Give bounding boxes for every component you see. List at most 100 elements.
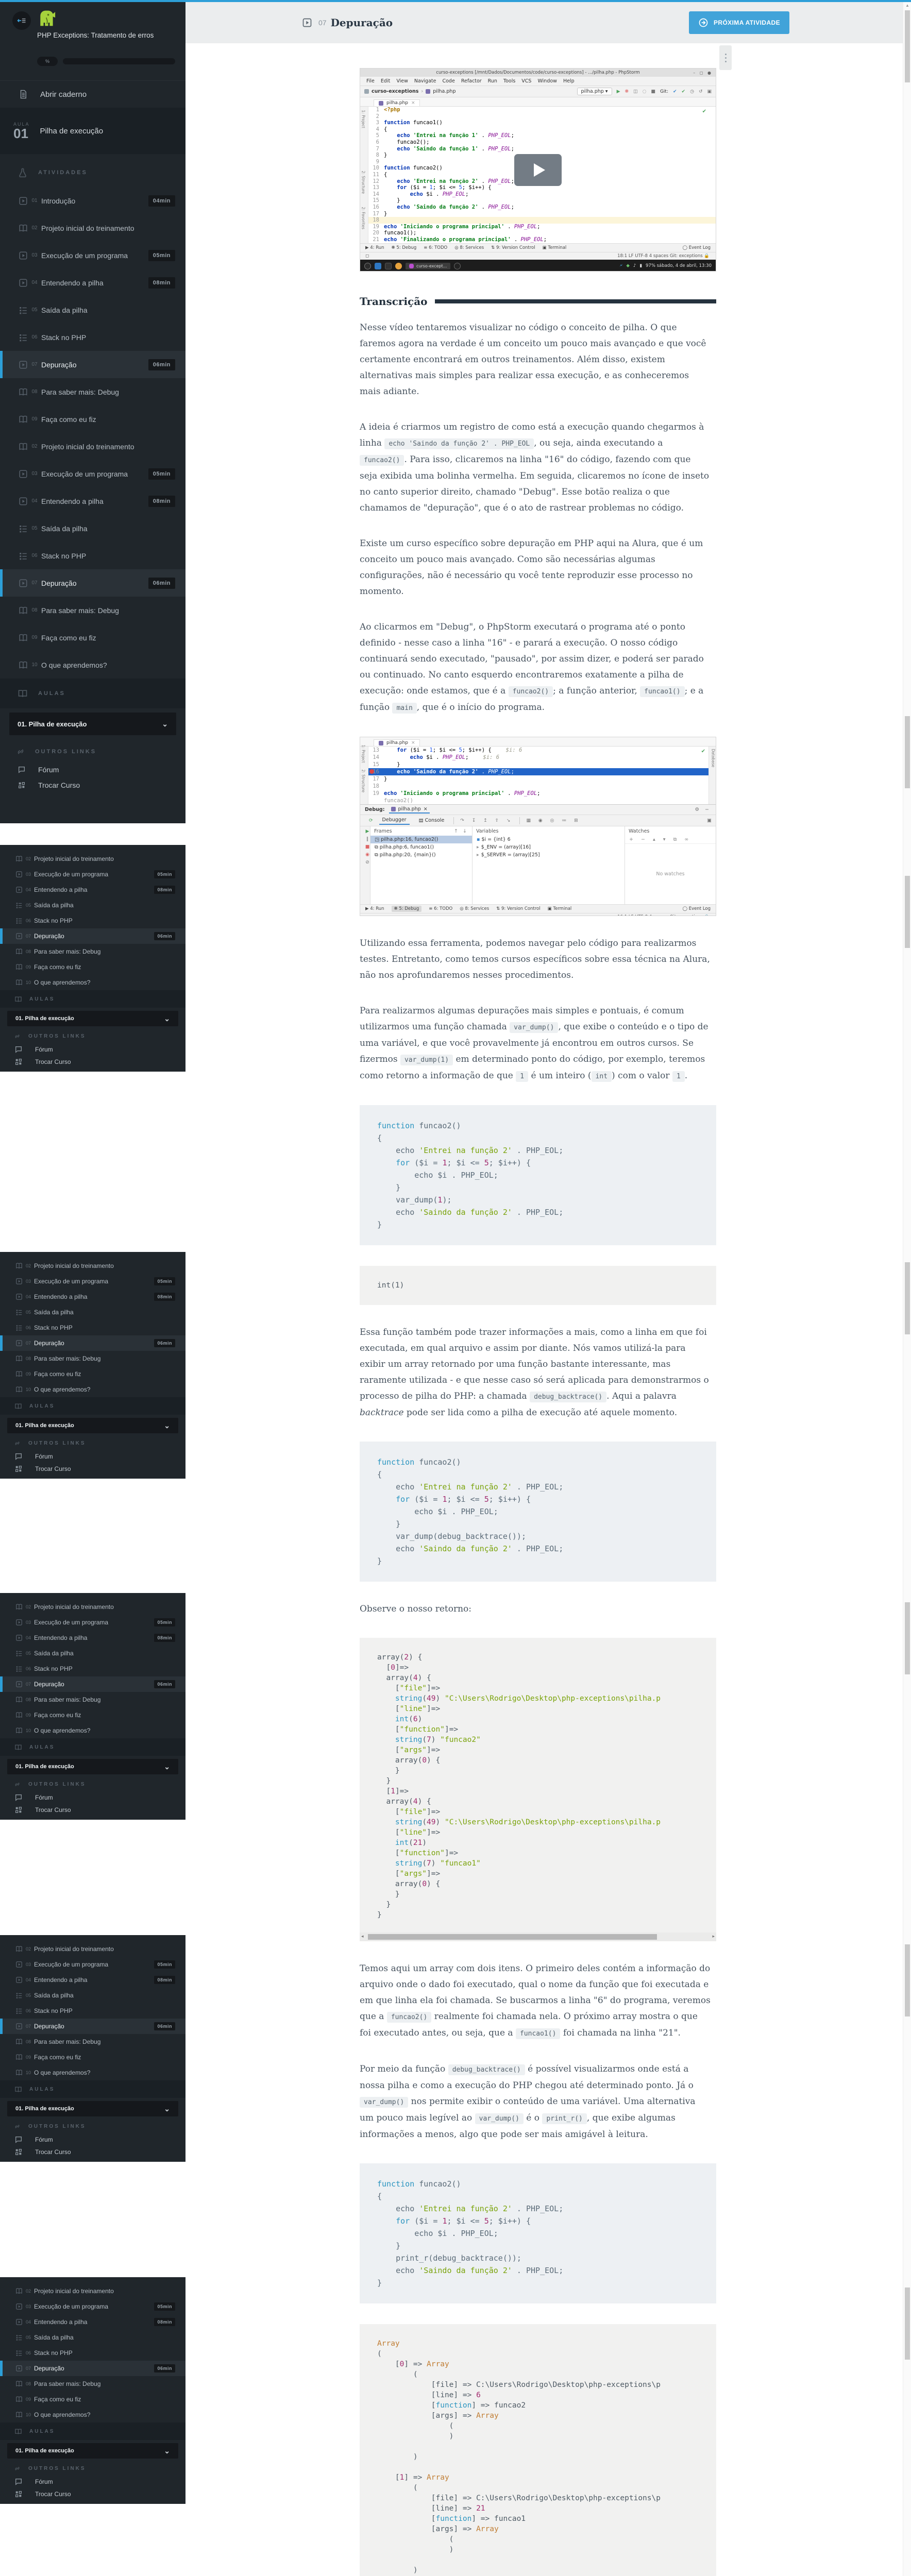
sidebar-item-04[interactable]: 04Entendendo a pilha08min — [0, 487, 185, 515]
chapter-dropdown[interactable]: 01. Pilha de execução⌄ — [7, 1418, 178, 1433]
sidebar-item-05[interactable]: 05Saída da pilha — [0, 2330, 185, 2345]
next-activity-button[interactable]: PRÓXIMA ATIVIDADE — [689, 11, 789, 34]
sidebar-item-02[interactable]: 02Projeto inicial do treinamento — [0, 2283, 185, 2299]
chapter-dropdown[interactable]: 01. Pilha de execução⌄ — [7, 1759, 178, 1774]
sidebar-item-10[interactable]: 10O que aprendemos? — [0, 651, 185, 679]
sidebar-item-04[interactable]: 04Entendendo a pilha08min — [0, 269, 185, 296]
sidebar-link-forum[interactable]: Fórum — [0, 1450, 185, 1463]
scrollbar-thumb[interactable] — [905, 876, 910, 948]
sidebar-item-06[interactable]: 06Stack no PHP — [0, 1661, 185, 1676]
sidebar-item-03[interactable]: 03Execução de um programa05min — [0, 460, 185, 487]
sidebar-item-09[interactable]: 09Faça como eu fiz — [0, 1707, 185, 1723]
sidebar-item-06[interactable]: 06Stack no PHP — [0, 324, 185, 351]
sidebar-item-07[interactable]: 07Depuração06min — [0, 569, 185, 597]
scrollbar-thumb[interactable] — [905, 1262, 910, 1334]
sidebar-item-10[interactable]: 10O que aprendemos? — [0, 975, 185, 990]
sidebar-link-forum[interactable]: Fórum — [0, 2133, 185, 2146]
sidebar-item-03[interactable]: 03Execução de um programa05min — [0, 2299, 185, 2314]
sidebar-item-02[interactable]: 02Projeto inicial do treinamento — [0, 1258, 185, 1274]
scrollbar-thumb[interactable] — [905, 1602, 910, 1674]
sidebar-item-08[interactable]: 08Para saber mais: Debug — [0, 1351, 185, 1366]
sidebar-item-05[interactable]: 05Saída da pilha — [0, 1988, 185, 2003]
chapter-dropdown[interactable]: 01. Pilha de execução⌄ — [7, 2443, 178, 2459]
variable-row[interactable]: ▪ $i = {int} 6 — [473, 836, 625, 843]
sidebar-item-05[interactable]: 05Saída da pilha — [0, 1646, 185, 1661]
sidebar-item-02[interactable]: 02Projeto inicial do treinamento — [0, 851, 185, 867]
sidebar-item-06[interactable]: 06Stack no PHP — [0, 913, 185, 928]
variable-row[interactable]: ▸$_SERVER = (array)[25] — [473, 851, 625, 859]
sidebar-item-08[interactable]: 08Para saber mais: Debug — [0, 2376, 185, 2392]
frame-row[interactable]: ⧉ pilha.php:20, {main}() — [370, 851, 472, 859]
sidebar-item-04[interactable]: 04Entendendo a pilha08min — [0, 2314, 185, 2330]
scrollbar-thumb[interactable] — [905, 10, 910, 82]
sidebar-item-08[interactable]: 08Para saber mais: Debug — [0, 2034, 185, 2049]
sidebar-item-10[interactable]: 10O que aprendemos? — [0, 2065, 185, 2080]
sidebar-item-09[interactable]: 09Faça como eu fiz — [0, 405, 185, 433]
sidebar-item-02[interactable]: 02Projeto inicial do treinamento — [0, 1599, 185, 1615]
sidebar-link-trocar-curso[interactable]: Trocar Curso — [0, 2488, 185, 2500]
sidebar-item-01[interactable]: 01Introdução04min — [0, 187, 185, 214]
sidebar-item-06[interactable]: 06Stack no PHP — [0, 2003, 185, 2019]
sidebar-item-05[interactable]: 05Saída da pilha — [0, 897, 185, 913]
sidebar-link-trocar-curso[interactable]: Trocar Curso — [0, 1463, 185, 1475]
sidebar-item-07[interactable]: 07Depuração06min — [0, 1335, 185, 1351]
sidebar-item-10[interactable]: 10O que aprendemos? — [0, 1382, 185, 1397]
sidebar-item-09[interactable]: 09Faça como eu fiz — [0, 1366, 185, 1382]
sidebar-item-08[interactable]: 08Para saber mais: Debug — [0, 378, 185, 405]
sidebar-link-forum[interactable]: Fórum — [0, 762, 185, 777]
chapter-dropdown[interactable]: 01. Pilha de execução⌄ — [7, 2101, 178, 2116]
sidebar-item-03[interactable]: 03Execução de um programa05min — [0, 1957, 185, 1972]
variable-row[interactable]: ▸$_ENV = (array)[16] — [473, 843, 625, 851]
sidebar-item-03[interactable]: 03Execução de um programa05min — [0, 867, 185, 882]
sidebar-item-09[interactable]: 09Faça como eu fiz — [0, 624, 185, 651]
panel-drag-handle[interactable] — [719, 45, 732, 70]
sidebar-link-trocar-curso[interactable]: Trocar Curso — [0, 2146, 185, 2158]
sidebar-item-03[interactable]: 03Execução de um programa05min — [0, 1274, 185, 1289]
sidebar-item-06[interactable]: 06Stack no PHP — [0, 542, 185, 569]
chapter-dropdown[interactable]: 01. Pilha de execução ⌄ — [9, 713, 176, 735]
chapter-dropdown[interactable]: 01. Pilha de execução⌄ — [7, 1011, 178, 1026]
sidebar-item-03[interactable]: 03Execução de um programa05min — [0, 1615, 185, 1630]
sidebar-item-10[interactable]: 10O que aprendemos? — [0, 2407, 185, 2422]
open-notebook-button[interactable]: Abrir caderno — [0, 80, 185, 108]
scrollbar-thumb[interactable] — [368, 1934, 657, 1940]
sidebar-item-06[interactable]: 06Stack no PHP — [0, 1320, 185, 1335]
frame-row[interactable]: ◳ pilha.php:16, funcao2() — [370, 836, 472, 843]
sidebar-link-trocar-curso[interactable]: Trocar Curso — [0, 1056, 185, 1068]
scrollbar-up-arrow[interactable]: ▲ — [905, 3, 909, 8]
sidebar-item-09[interactable]: 09Faça como eu fiz — [0, 959, 185, 975]
scrollbar-thumb[interactable] — [905, 2287, 910, 2360]
sidebar-collapse-button[interactable] — [12, 11, 31, 30]
sidebar-item-02[interactable]: 02Projeto inicial do treinamento — [0, 214, 185, 242]
sidebar-item-04[interactable]: 04Entendendo a pilha08min — [0, 882, 185, 897]
sidebar-item-04[interactable]: 04Entendendo a pilha08min — [0, 1289, 185, 1304]
sidebar-item-03[interactable]: 03Execução de um programa05min — [0, 242, 185, 269]
sidebar-item-05[interactable]: 05Saída da pilha — [0, 1304, 185, 1320]
sidebar-item-06[interactable]: 06Stack no PHP — [0, 2345, 185, 2361]
video-play-button[interactable] — [514, 154, 562, 186]
sidebar-item-05[interactable]: 05Saída da pilha — [0, 296, 185, 324]
sidebar-item-04[interactable]: 04Entendendo a pilha08min — [0, 1630, 185, 1646]
video-player[interactable]: curso-exceptions [/mnt/Dados/Documentos/… — [360, 68, 716, 272]
sidebar-item-09[interactable]: 09Faça como eu fiz — [0, 2392, 185, 2407]
sidebar-link-forum[interactable]: Fórum — [0, 1043, 185, 1056]
frame-row[interactable]: ⧉ pilha.php:6, funcao1() — [370, 843, 472, 851]
sidebar-link-trocar-curso[interactable]: Trocar Curso — [0, 777, 185, 793]
sidebar-item-02[interactable]: 02Projeto inicial do treinamento — [0, 1941, 185, 1957]
sidebar-item-04[interactable]: 04Entendendo a pilha08min — [0, 1972, 185, 1988]
sidebar-item-07[interactable]: 07Depuração06min — [0, 1676, 185, 1692]
sidebar-item-02[interactable]: 02Projeto inicial do treinamento — [0, 433, 185, 460]
sidebar-link-trocar-curso[interactable]: Trocar Curso — [0, 1804, 185, 1816]
horizontal-scrollbar[interactable] — [360, 1933, 716, 1941]
sidebar-item-07[interactable]: 07Depuração06min — [0, 2019, 185, 2034]
scrollbar-thumb[interactable] — [905, 716, 910, 788]
sidebar-item-09[interactable]: 09Faça como eu fiz — [0, 2049, 185, 2065]
sidebar-link-forum[interactable]: Fórum — [0, 1791, 185, 1804]
sidebar-item-07[interactable]: 07Depuração06min — [0, 2361, 185, 2376]
sidebar-link-forum[interactable]: Fórum — [0, 2476, 185, 2488]
sidebar-item-05[interactable]: 05Saída da pilha — [0, 515, 185, 542]
sidebar-item-08[interactable]: 08Para saber mais: Debug — [0, 944, 185, 959]
scrollbar-thumb[interactable] — [905, 1944, 910, 2016]
page-scrollbar[interactable]: ▲ — [903, 2, 911, 2576]
sidebar-item-08[interactable]: 08Para saber mais: Debug — [0, 1692, 185, 1707]
